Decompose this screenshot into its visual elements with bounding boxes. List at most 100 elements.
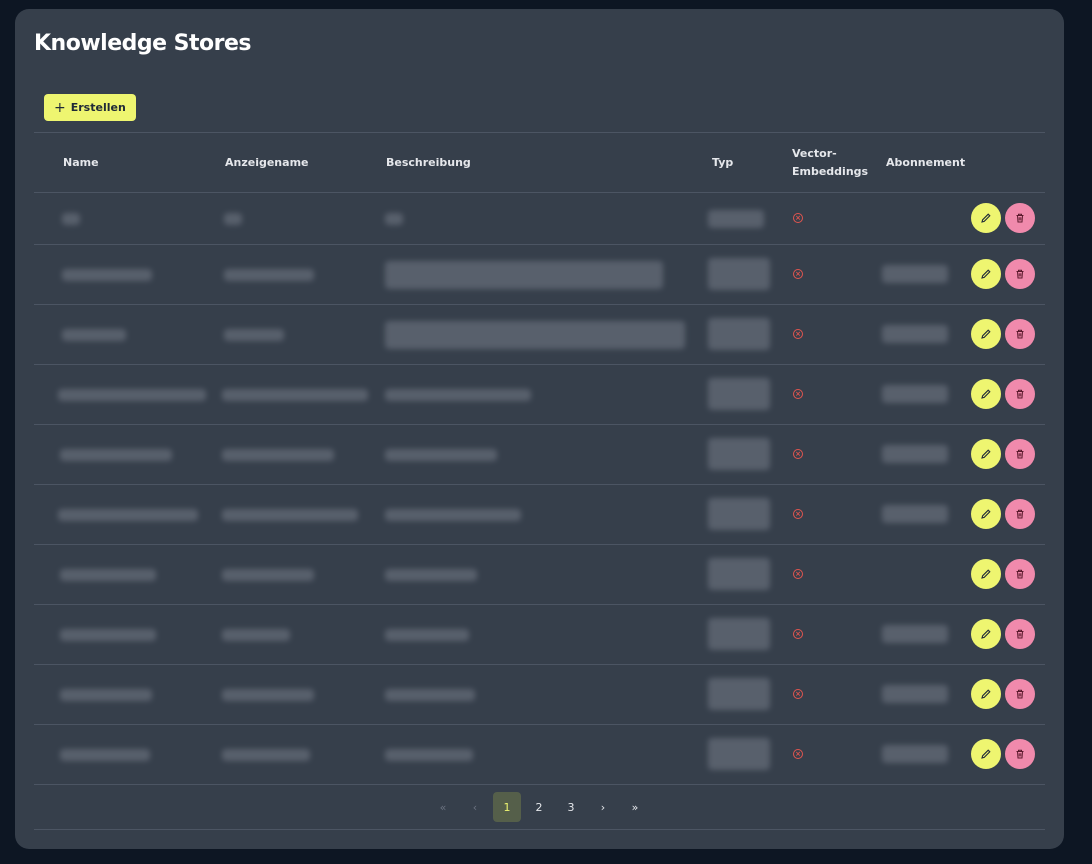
edit-button[interactable]: [971, 319, 1001, 349]
delete-button[interactable]: [1005, 259, 1035, 289]
delete-button[interactable]: [1005, 319, 1035, 349]
last-page-button[interactable]: »: [621, 792, 649, 822]
redacted-description: [385, 213, 403, 225]
redacted-subscription: [882, 265, 948, 283]
redacted-type: [708, 618, 770, 650]
x-circle-icon: ×: [793, 629, 803, 639]
redacted-subscription: [882, 745, 948, 763]
redacted-name: [62, 213, 80, 225]
pencil-icon: [981, 389, 991, 399]
delete-button[interactable]: [1005, 619, 1035, 649]
redacted-name: [60, 449, 172, 461]
edit-button[interactable]: [971, 739, 1001, 769]
edit-button[interactable]: [971, 259, 1001, 289]
table-header: Name Anzeigename Beschreibung Typ Vector…: [34, 133, 1045, 192]
delete-button[interactable]: [1005, 739, 1035, 769]
trash-icon: [1016, 269, 1024, 279]
redacted-display-name: [222, 629, 290, 641]
trash-icon: [1016, 449, 1024, 459]
redacted-description: [385, 569, 477, 581]
delete-button[interactable]: [1005, 439, 1035, 469]
redacted-description: [385, 321, 685, 349]
trash-icon: [1016, 509, 1024, 519]
page-title: Knowledge Stores: [34, 31, 252, 56]
trash-icon: [1016, 569, 1024, 579]
edit-button[interactable]: [971, 559, 1001, 589]
edit-button[interactable]: [971, 619, 1001, 649]
redacted-display-name: [222, 689, 314, 701]
delete-button[interactable]: [1005, 499, 1035, 529]
knowledge-stores-card: Knowledge Stores + Erstellen Name Anzeig…: [15, 9, 1064, 849]
redacted-description: [385, 261, 663, 289]
redacted-description: [385, 509, 521, 521]
redacted-name: [58, 389, 206, 401]
trash-icon: [1016, 629, 1024, 639]
edit-button[interactable]: [971, 439, 1001, 469]
delete-button[interactable]: [1005, 679, 1035, 709]
redacted-subscription: [882, 325, 948, 343]
redacted-display-name: [222, 509, 358, 521]
x-circle-icon: ×: [793, 569, 803, 579]
redacted-name: [58, 509, 198, 521]
x-circle-icon: ×: [793, 749, 803, 759]
redacted-type: [708, 258, 770, 290]
column-header-display-name[interactable]: Anzeigename: [225, 133, 309, 192]
redacted-name: [62, 329, 126, 341]
redacted-description: [385, 389, 531, 401]
redacted-description: [385, 629, 469, 641]
edit-button[interactable]: [971, 499, 1001, 529]
delete-button[interactable]: [1005, 203, 1035, 233]
redacted-description: [385, 749, 473, 761]
redacted-description: [385, 689, 475, 701]
trash-icon: [1016, 389, 1024, 399]
edit-button[interactable]: [971, 379, 1001, 409]
pencil-icon: [981, 569, 991, 579]
redacted-subscription: [882, 505, 948, 523]
create-button[interactable]: + Erstellen: [44, 94, 136, 121]
redacted-name: [60, 749, 150, 761]
trash-icon: [1016, 689, 1024, 699]
column-header-name[interactable]: Name: [63, 133, 99, 192]
column-header-type[interactable]: Typ: [712, 133, 733, 192]
redacted-description: [385, 449, 497, 461]
column-header-description[interactable]: Beschreibung: [386, 133, 471, 192]
trash-icon: [1016, 329, 1024, 339]
redacted-subscription: [882, 385, 948, 403]
page-button-2[interactable]: 2: [525, 792, 553, 822]
edit-button[interactable]: [971, 679, 1001, 709]
table-row[interactable]: ×: [34, 424, 1045, 484]
table-row[interactable]: ×: [34, 244, 1045, 304]
column-header-vector-embeddings[interactable]: Vector-Embeddings: [792, 133, 868, 192]
page-button-1[interactable]: 1: [493, 792, 521, 822]
table-row[interactable]: ×: [34, 544, 1045, 604]
next-page-button[interactable]: ›: [589, 792, 617, 822]
redacted-name: [62, 269, 152, 281]
table-row[interactable]: ×: [34, 724, 1045, 784]
pencil-icon: [981, 329, 991, 339]
table-row[interactable]: ×: [34, 364, 1045, 424]
redacted-type: [708, 438, 770, 470]
x-circle-icon: ×: [793, 389, 803, 399]
edit-button[interactable]: [971, 203, 1001, 233]
redacted-type: [708, 738, 770, 770]
delete-button[interactable]: [1005, 559, 1035, 589]
x-circle-icon: ×: [793, 213, 803, 223]
delete-button[interactable]: [1005, 379, 1035, 409]
trash-icon: [1016, 749, 1024, 759]
first-page-button[interactable]: «: [429, 792, 457, 822]
redacted-display-name: [224, 329, 284, 341]
table-row[interactable]: ×: [34, 192, 1045, 244]
table-row[interactable]: ×: [34, 304, 1045, 364]
trash-icon: [1016, 213, 1024, 223]
redacted-type: [708, 678, 770, 710]
redacted-display-name: [222, 569, 314, 581]
pencil-icon: [981, 749, 991, 759]
pencil-icon: [981, 509, 991, 519]
previous-page-button[interactable]: ‹: [461, 792, 489, 822]
table-row[interactable]: ×: [34, 604, 1045, 664]
redacted-name: [60, 689, 152, 701]
page-button-3[interactable]: 3: [557, 792, 585, 822]
table-row[interactable]: ×: [34, 484, 1045, 544]
table-row[interactable]: ×: [34, 664, 1045, 724]
column-header-subscription[interactable]: Abonnement: [886, 133, 965, 192]
